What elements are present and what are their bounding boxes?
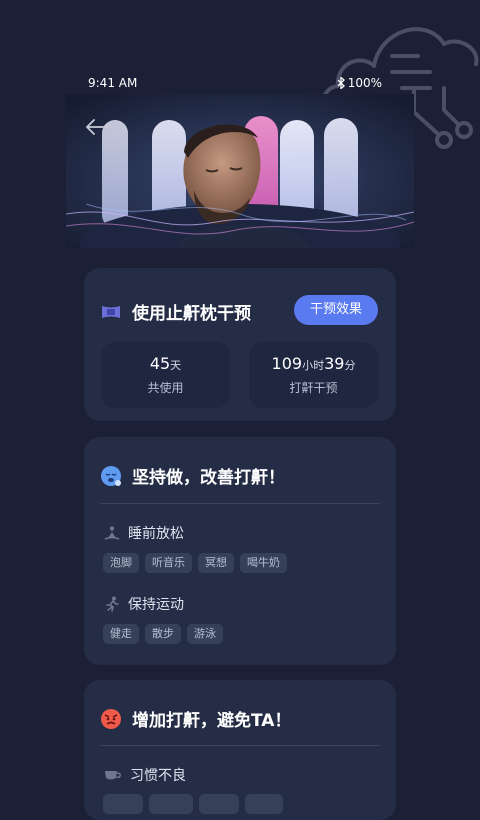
intervention-title-text: 使用止鼾枕干预	[132, 304, 251, 324]
stat-usage-unit: 天	[170, 359, 182, 372]
stat-usage-number: 45	[149, 354, 171, 373]
habits-section-label: 习惯不良	[130, 768, 186, 784]
avoid-card: 增加打鼾，避免TA！ 习惯不良	[84, 680, 396, 820]
exercise-section-title: 保持运动	[104, 594, 184, 614]
tag-chip[interactable]	[245, 794, 283, 814]
stat-intervention-time: 109小时39分 打鼾干预	[249, 342, 378, 408]
avoid-title: 增加打鼾，避免TA！	[100, 706, 291, 731]
tag-chip[interactable]: 喝牛奶	[240, 553, 287, 573]
stat-minutes-number: 39	[324, 354, 345, 373]
meditation-icon	[104, 526, 120, 540]
stat-hours-unit: 小时	[302, 359, 325, 372]
stat-usage-label: 共使用	[147, 381, 184, 395]
relax-tags: 泡脚 听音乐 冥想 喝牛奶	[103, 553, 287, 573]
tag-chip[interactable]: 散步	[145, 624, 181, 644]
habits-tags	[103, 794, 283, 814]
stat-usage-value: 45天	[101, 354, 230, 373]
sleepy-face-icon	[101, 465, 121, 486]
stat-time-label: 打鼾干预	[289, 381, 338, 395]
back-arrow-icon[interactable]	[84, 114, 110, 140]
intervention-card: 使用止鼾枕干预 干预效果 45天 共使用 109小时39分 打鼾干预	[84, 268, 396, 421]
cup-icon	[105, 771, 121, 780]
tag-chip[interactable]	[199, 794, 239, 814]
running-icon	[106, 596, 119, 612]
exercise-tags: 健走 散步 游泳	[103, 624, 223, 644]
habits-section-title: 习惯不良	[104, 765, 186, 785]
tag-chip[interactable]: 听音乐	[145, 553, 192, 573]
tag-chip[interactable]: 冥想	[198, 553, 234, 573]
tag-chip[interactable]: 泡脚	[103, 553, 139, 573]
exercise-section-label: 保持运动	[128, 597, 184, 613]
stat-hours-number: 109	[271, 354, 303, 373]
avoid-divider	[100, 745, 380, 746]
status-time: 9:41 AM	[88, 76, 138, 90]
stat-minutes-unit: 分	[344, 359, 356, 372]
tag-chip[interactable]	[103, 794, 143, 814]
battery-level: 100%	[347, 76, 382, 90]
stat-usage-days: 45天 共使用	[101, 342, 230, 408]
bluetooth-icon	[337, 77, 345, 89]
status-bar: 9:41 AM 100%	[66, 72, 414, 94]
angry-face-icon	[101, 708, 121, 729]
improve-divider	[100, 503, 380, 504]
stat-time-value: 109小时39分	[249, 354, 378, 373]
intervention-effect-button[interactable]: 干预效果	[294, 295, 378, 325]
tag-chip[interactable]: 健走	[103, 624, 139, 644]
tag-chip[interactable]	[149, 794, 193, 814]
hero-image	[66, 94, 414, 248]
pillow-icon	[102, 305, 120, 318]
relax-section-label: 睡前放松	[128, 526, 184, 542]
intervention-title: 使用止鼾枕干预	[100, 299, 251, 324]
improve-card: 坚持做，改善打鼾！ 睡前放松 泡脚 听音乐 冥想 喝牛奶 保持运动 健走 散步 …	[84, 437, 396, 665]
avoid-title-text: 增加打鼾，避免TA！	[132, 711, 292, 731]
status-right: 100%	[337, 76, 382, 90]
tag-chip[interactable]: 游泳	[187, 624, 223, 644]
relax-section-title: 睡前放松	[104, 523, 184, 543]
improve-title: 坚持做，改善打鼾！	[100, 463, 285, 488]
improve-title-text: 坚持做，改善打鼾！	[132, 468, 285, 488]
